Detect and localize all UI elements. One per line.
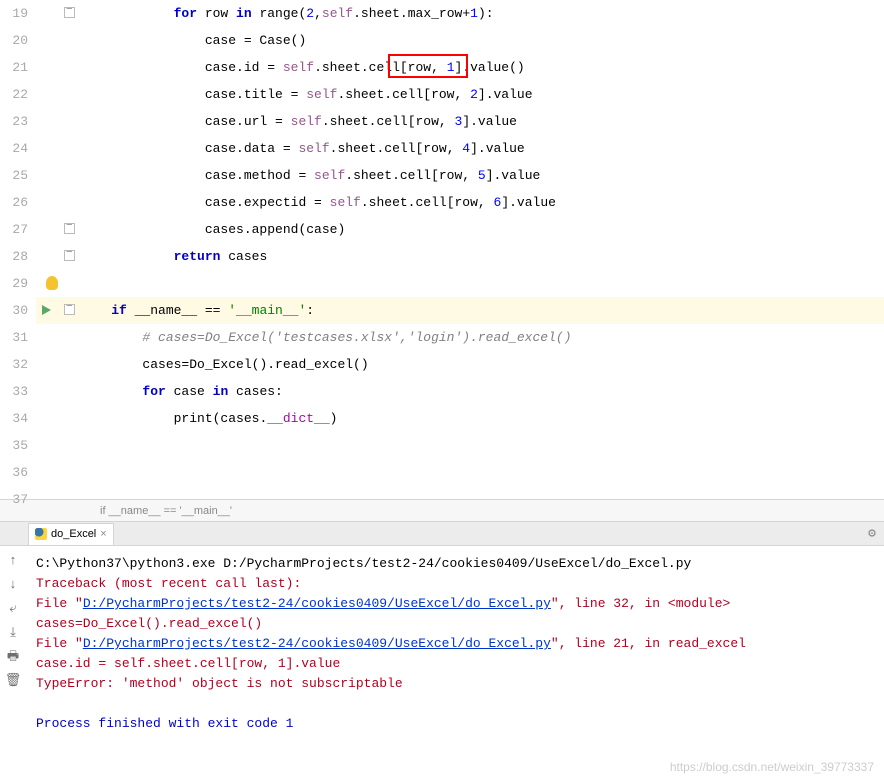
code-line: case.title = self.sheet.cell[row, 2].val…: [80, 81, 884, 108]
fold-icon[interactable]: [64, 250, 75, 261]
console-line: Process finished with exit code 1: [36, 714, 876, 734]
gutter-slot: [36, 135, 80, 162]
line-number: 35: [0, 432, 28, 459]
run-tab[interactable]: do_Excel ×: [28, 523, 114, 545]
line-number: 29: [0, 270, 28, 297]
traceback-link[interactable]: D:/PycharmProjects/test2-24/cookies0409/…: [83, 596, 551, 611]
gutter-slot: [36, 81, 80, 108]
gutter-slot: [36, 27, 80, 54]
gutter-slot: [36, 486, 80, 513]
code-line: [80, 486, 884, 513]
code-line-current: if __name__ == '__main__':: [80, 297, 884, 324]
code-line: cases.append(case): [80, 216, 884, 243]
line-number: 27: [0, 216, 28, 243]
gutter-slot: [36, 351, 80, 378]
watermark: https://blog.csdn.net/weixin_39773337: [670, 760, 874, 774]
line-number: 36: [0, 459, 28, 486]
line-number: 32: [0, 351, 28, 378]
python-file-icon: [35, 528, 47, 540]
line-number: 33: [0, 378, 28, 405]
console-line: File "D:/PycharmProjects/test2-24/cookie…: [36, 634, 876, 654]
code-line: case.expectid = self.sheet.cell[row, 6].…: [80, 189, 884, 216]
console-line: case.id = self.sheet.cell[row, 1].value: [36, 654, 876, 674]
console-line: cases=Do_Excel().read_excel(): [36, 614, 876, 634]
line-number: 24: [0, 135, 28, 162]
code-line: case.method = self.sheet.cell[row, 5].va…: [80, 162, 884, 189]
gutter-slot: [36, 0, 80, 27]
line-number: 21: [0, 54, 28, 81]
gutter-slot: [36, 216, 80, 243]
gutter-slot: [36, 324, 80, 351]
gutter-slot: [36, 378, 80, 405]
console-toolbar: ↑ ↓ ⤶ ⤓ 🖶 🗑: [4, 552, 28, 690]
run-gutter-icon[interactable]: [42, 305, 51, 315]
run-tab-bar: do_Excel × ⚙: [0, 522, 884, 546]
gutter-icons: [36, 0, 80, 499]
gutter-slot: [36, 108, 80, 135]
clear-icon[interactable]: 🗑: [4, 672, 22, 690]
console-line: C:\Python37\python3.exe D:/PycharmProjec…: [36, 554, 876, 574]
console-line: Traceback (most recent call last):: [36, 574, 876, 594]
traceback-link[interactable]: D:/PycharmProjects/test2-24/cookies0409/…: [83, 636, 551, 651]
scroll-up-icon[interactable]: ↑: [4, 552, 22, 570]
code-line: case.url = self.sheet.cell[row, 3].value: [80, 108, 884, 135]
line-number: 23: [0, 108, 28, 135]
fold-icon[interactable]: [64, 304, 75, 315]
gutter-slot: [36, 432, 80, 459]
close-icon[interactable]: ×: [100, 528, 106, 540]
code-content[interactable]: for row in range(2,self.sheet.max_row+1)…: [80, 0, 884, 499]
print-icon[interactable]: 🖶: [4, 648, 22, 666]
console-line: TypeError: 'method' object is not subscr…: [36, 674, 876, 694]
line-number-gutter: 19202122232425262728293031323334353637: [0, 0, 36, 499]
console-line: [36, 694, 876, 714]
line-number: 34: [0, 405, 28, 432]
gutter-slot: [36, 270, 80, 297]
line-number: 31: [0, 324, 28, 351]
code-line: # cases=Do_Excel('testcases.xlsx','login…: [80, 324, 884, 351]
gutter-slot: [36, 297, 80, 324]
line-number: 20: [0, 27, 28, 54]
line-number: 28: [0, 243, 28, 270]
editor: 19202122232425262728293031323334353637 f…: [0, 0, 884, 500]
gear-icon[interactable]: ⚙: [868, 526, 876, 541]
code-line: for case in cases:: [80, 378, 884, 405]
line-number: 22: [0, 81, 28, 108]
gutter-slot: [36, 162, 80, 189]
soft-wrap-icon[interactable]: ⤶: [4, 600, 22, 618]
code-line: case.data = self.sheet.cell[row, 4].valu…: [80, 135, 884, 162]
gutter-slot: [36, 405, 80, 432]
gutter-slot: [36, 189, 80, 216]
intention-bulb-icon[interactable]: [46, 276, 58, 290]
gutter-slot: [36, 243, 80, 270]
code-line: cases=Do_Excel().read_excel(): [80, 351, 884, 378]
fold-icon[interactable]: [64, 223, 75, 234]
gutter-slot: [36, 54, 80, 81]
line-number: 30: [0, 297, 28, 324]
code-line: return cases: [80, 243, 884, 270]
gutter-slot: [36, 459, 80, 486]
tab-label: do_Excel: [51, 528, 96, 540]
code-line: print(cases.__dict__): [80, 405, 884, 432]
console-output[interactable]: ↑ ↓ ⤶ ⤓ 🖶 🗑 C:\Python37\python3.exe D:/P…: [0, 546, 884, 742]
console-line: File "D:/PycharmProjects/test2-24/cookie…: [36, 594, 876, 614]
line-number: 26: [0, 189, 28, 216]
code-line: for row in range(2,self.sheet.max_row+1)…: [80, 0, 884, 27]
line-number: 25: [0, 162, 28, 189]
code-line: case = Case(): [80, 27, 884, 54]
line-number: 37: [0, 486, 28, 513]
line-number: 19: [0, 0, 28, 27]
code-line: [80, 459, 884, 486]
code-line: case.id = self.sheet.cell[row, 1].value(…: [80, 54, 884, 81]
scroll-down-icon[interactable]: ↓: [4, 576, 22, 594]
code-line: [80, 432, 884, 459]
scroll-to-end-icon[interactable]: ⤓: [4, 624, 22, 642]
fold-icon[interactable]: [64, 7, 75, 18]
code-line: [80, 270, 884, 297]
